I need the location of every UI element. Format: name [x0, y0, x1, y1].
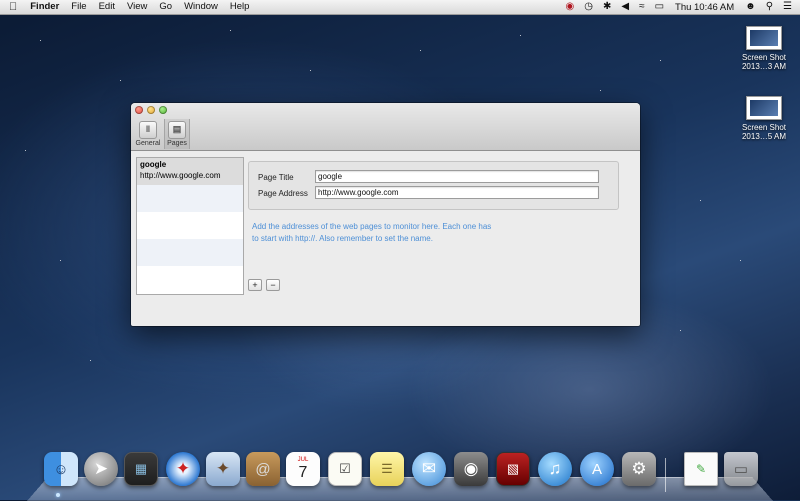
safari-icon[interactable]: ✦ [166, 452, 200, 486]
volume-icon[interactable]: ◀ [616, 0, 634, 14]
reminders-icon[interactable]: ☑ [328, 452, 362, 486]
close-window-button[interactable] [135, 106, 143, 114]
general-switch-icon: ‖ [139, 121, 157, 139]
contacts-icon[interactable]: @ [246, 452, 280, 486]
dock-separator [665, 458, 666, 492]
zoom-window-button[interactable] [159, 106, 167, 114]
battery-icon[interactable]: ▭ [650, 0, 669, 14]
page-address-label: Page Address [258, 189, 308, 198]
user-icon[interactable]: ☻ [740, 0, 761, 14]
time-machine-icon[interactable]: ◷ [579, 0, 598, 14]
hint-text: Add the addresses of the web pages to mo… [252, 221, 542, 245]
list-item[interactable]: google http://www.google.com [137, 158, 243, 185]
minimize-window-button[interactable] [147, 106, 155, 114]
photo-booth-icon[interactable]: ▧ [496, 452, 530, 486]
calendar-day: 7 [299, 464, 308, 481]
desktop-file-label: 2013…5 AM [734, 132, 794, 141]
eye-icon[interactable]: ◉ [561, 0, 580, 14]
apple-menu-icon[interactable]:  [0, 0, 24, 14]
add-page-button[interactable]: + [248, 279, 262, 291]
trash-icon[interactable]: ▭ [724, 452, 758, 486]
menu-view[interactable]: View [121, 0, 153, 14]
document-icon[interactable]: ✎ [684, 452, 718, 486]
calendar-month: JUL [298, 457, 309, 464]
tab-general[interactable]: ‖ General [135, 119, 161, 149]
dock: ☺ ➤ ▦ ✦ ✦ @ JUL 7 ☑ ☰ ✉ ◉ ▧ ♫ A ⚙ ✎ ▭ [40, 452, 760, 492]
finder-running-indicator [56, 493, 60, 497]
finder-icon[interactable]: ☺ [44, 452, 78, 486]
desktop-file-label: Screen Shot [734, 53, 794, 62]
page-detail-box: Page Title Page Address [248, 161, 619, 210]
tab-pages-label: Pages [167, 140, 187, 147]
app-store-icon[interactable]: A [580, 452, 614, 486]
menu-help[interactable]: Help [224, 0, 256, 14]
bluetooth-icon[interactable]: ✱ [598, 0, 616, 14]
clock[interactable]: Thu 10:46 AM [669, 2, 740, 13]
hint-line: Add the addresses of the web pages to mo… [252, 221, 542, 233]
desktop-file-label: 2013…3 AM [734, 62, 794, 71]
remove-page-button[interactable]: − [266, 279, 280, 291]
pages-list[interactable]: google http://www.google.com [136, 157, 244, 295]
preferences-window: ‖ General ▤ Pages google http://www.goog… [131, 103, 640, 326]
system-preferences-icon[interactable]: ⚙ [622, 452, 656, 486]
calendar-icon[interactable]: JUL 7 [286, 452, 320, 486]
screenshot-thumbnail-icon [746, 96, 782, 120]
desktop-file-label: Screen Shot [734, 123, 794, 132]
menu-finder[interactable]: Finder [24, 0, 65, 14]
menu-window[interactable]: Window [178, 0, 224, 14]
menu-file[interactable]: File [65, 0, 92, 14]
mail-icon[interactable]: ✦ [206, 452, 240, 486]
list-empty-row [137, 266, 243, 293]
pages-document-icon: ▤ [168, 121, 186, 139]
menu-go[interactable]: Go [153, 0, 178, 14]
menu-edit[interactable]: Edit [93, 0, 121, 14]
launchpad-icon[interactable]: ➤ [84, 452, 118, 486]
screenshot-thumbnail-icon [746, 26, 782, 50]
wifi-icon[interactable]: ≈ [634, 0, 650, 14]
page-title-input[interactable] [315, 170, 599, 183]
menu-bar:  Finder File Edit View Go Window Help ◉… [0, 0, 800, 15]
mission-control-icon[interactable]: ▦ [124, 452, 158, 486]
list-item-url: http://www.google.com [140, 170, 240, 181]
page-address-input[interactable] [315, 186, 599, 199]
desktop-file-screenshot-2[interactable]: Screen Shot 2013…5 AM [734, 96, 794, 141]
tab-pages[interactable]: ▤ Pages [164, 119, 190, 149]
desktop-file-screenshot-1[interactable]: Screen Shot 2013…3 AM [734, 26, 794, 71]
spotlight-icon[interactable]: ⚲ [761, 0, 778, 14]
notification-center-icon[interactable]: ☰ [778, 0, 800, 14]
page-title-label: Page Title [258, 173, 294, 182]
list-empty-row [137, 185, 243, 212]
messages-icon[interactable]: ✉ [412, 452, 446, 486]
facetime-icon[interactable]: ◉ [454, 452, 488, 486]
tab-general-label: General [136, 140, 161, 147]
notes-icon[interactable]: ☰ [370, 452, 404, 486]
hint-line: to start with http://. Also remember to … [252, 233, 542, 245]
list-empty-row [137, 212, 243, 239]
itunes-icon[interactable]: ♫ [538, 452, 572, 486]
list-item-name: google [140, 160, 240, 170]
window-toolbar: ‖ General ▤ Pages [131, 103, 640, 151]
status-area: ◉ ◷ ✱ ◀ ≈ ▭ Thu 10:46 AM ☻ ⚲ ☰ [561, 0, 800, 14]
list-empty-row [137, 239, 243, 266]
